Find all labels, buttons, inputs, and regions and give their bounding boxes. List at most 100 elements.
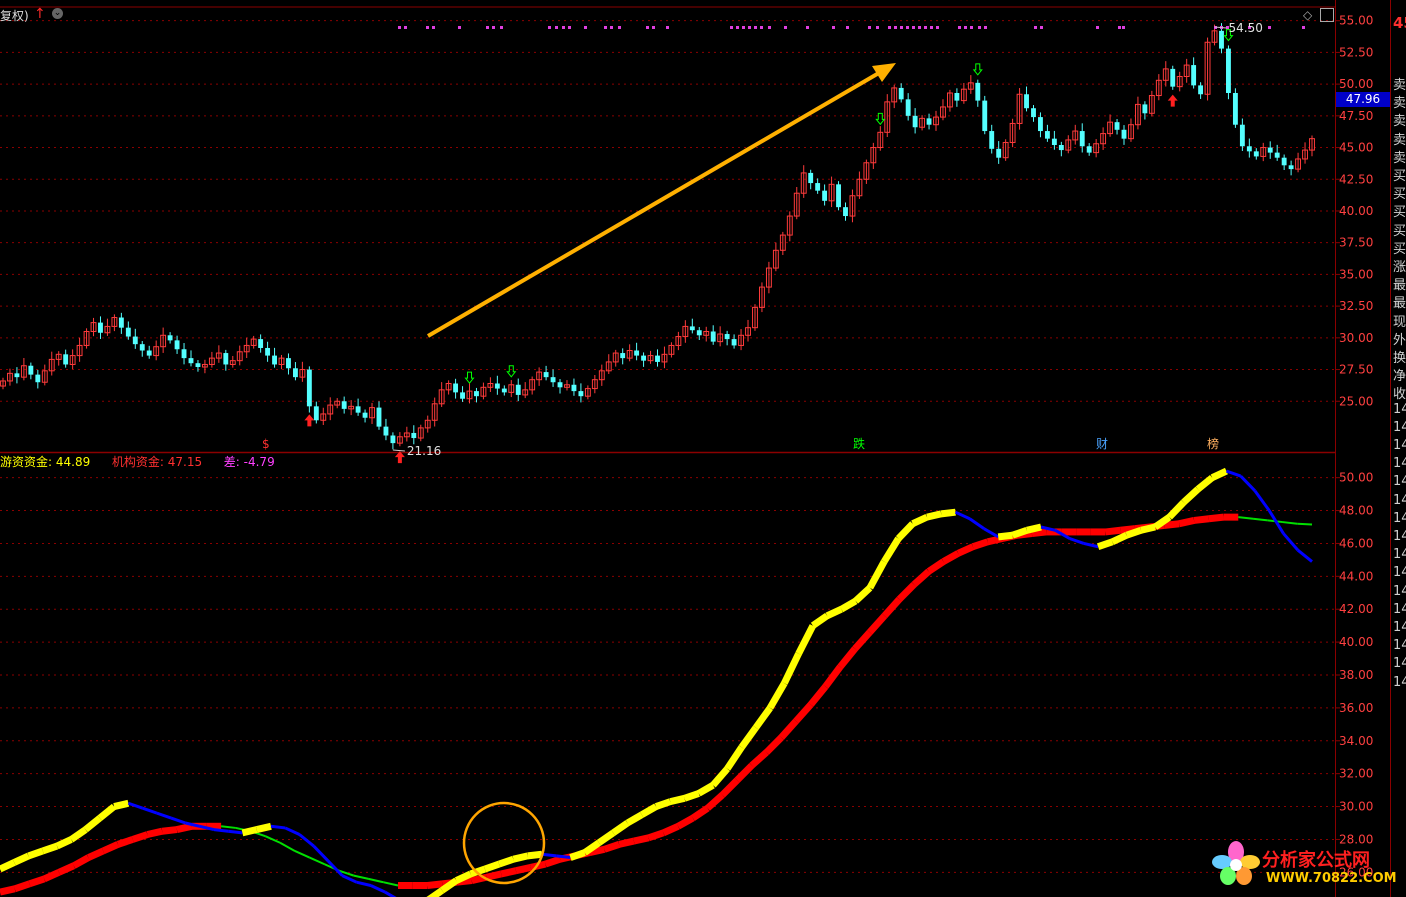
window-icon[interactable]: [1320, 8, 1334, 22]
side-panel-label: 14: [1393, 529, 1406, 544]
institution-line: [87, 847, 105, 861]
signal-dot: [906, 26, 909, 29]
price-tick-label: 27.50: [1339, 363, 1373, 377]
side-panel-label: 14: [1393, 674, 1406, 690]
signal-dot: [1268, 26, 1271, 29]
event-mark: $: [262, 437, 270, 451]
hot-money-line: [710, 766, 730, 788]
hot-money-line: [781, 652, 802, 685]
institution-line: [383, 881, 399, 887]
hot-money-line: [497, 855, 515, 868]
candle-body: [355, 406, 361, 413]
indicator-tick-label: 30.00: [1339, 800, 1373, 814]
institution-line: [941, 550, 960, 565]
candle-body: [926, 118, 932, 125]
side-panel-label: 14: [1393, 456, 1406, 472]
hot-money-line: [312, 844, 330, 862]
hot-money-line: [926, 510, 943, 521]
buy-arrow-icon: [304, 414, 315, 427]
candle-body: [1232, 92, 1238, 125]
candle-body: [515, 384, 521, 395]
candle-body: [1267, 147, 1273, 153]
institution-line: [822, 664, 844, 689]
hot-money-line: [127, 801, 144, 810]
side-panel-label: 卖: [1393, 150, 1406, 166]
up-arrow-icon[interactable]: ↑: [34, 6, 46, 22]
institution-line: [221, 825, 236, 829]
price-tick-label: 50.00: [1339, 77, 1373, 91]
diamond-icon[interactable]: ◇: [1303, 8, 1312, 22]
signal-dot: [1302, 26, 1305, 29]
hot-money-line: [968, 517, 985, 530]
institution-line: [896, 582, 917, 602]
institution-line: [971, 538, 989, 551]
indicator-legend: 游资资金: 44.89 机构资金: 47.15 差: -4.79: [0, 453, 275, 470]
hot-money-line: [1096, 538, 1114, 551]
hot-money-line: [639, 803, 658, 818]
institution-line: [176, 822, 193, 833]
hot-money-line: [611, 820, 630, 836]
hot-money-line: [1296, 548, 1313, 563]
candle-body: [1044, 131, 1050, 139]
hot-money-line: [284, 826, 301, 836]
signal-dot: [936, 26, 939, 29]
institution-line: [544, 855, 562, 868]
hot-money-line: [997, 531, 1013, 541]
hot-money-line: [213, 828, 229, 833]
candle-body: [731, 339, 737, 346]
legend-hot-money-value: 44.89: [55, 455, 91, 469]
signal-dot: [806, 26, 809, 29]
chevron-down-icon[interactable]: ⌄: [52, 8, 63, 19]
signal-dot: [730, 26, 733, 29]
candle-body: [494, 383, 500, 389]
institution-line: [881, 597, 902, 619]
hot-money-line: [683, 790, 700, 802]
price-tick-label: 35.00: [1339, 267, 1373, 281]
signal-dot: [754, 26, 757, 29]
hot-money-line: [170, 816, 186, 825]
hot-money-line: [541, 852, 557, 858]
min-price-label: 21.16: [407, 444, 441, 458]
candle-body: [843, 207, 848, 217]
side-panel-label: 买: [1393, 223, 1406, 239]
institution-line: [353, 874, 369, 880]
hot-money-line: [55, 836, 73, 850]
current-price-box: 47.96: [1336, 92, 1390, 107]
candle-body: [118, 317, 124, 328]
candle-body: [139, 344, 145, 351]
candle-body: [1226, 48, 1231, 93]
candle-body: [905, 99, 911, 116]
indicator-tick-label: 36.00: [1339, 701, 1373, 715]
institution-line: [146, 827, 163, 838]
indicator-tick-label: 38.00: [1339, 668, 1373, 682]
side-panel-label: 涨: [1393, 260, 1406, 275]
institution-line: [28, 875, 46, 888]
indicator-lines: [0, 467, 1313, 897]
watermark-logo: 分析家公式网 WWW.70822.COM: [1206, 840, 1397, 890]
side-panel-label: 14: [1393, 638, 1406, 654]
side-panel-label: 14: [1393, 601, 1406, 617]
sell-arrow-icon: [506, 365, 517, 378]
stock-chart[interactable]: 25.00 27.50 30.00 32.50 35.00 37.50 40.00 42.50…: [0, 0, 1390, 897]
price-axis: 25.00 27.50 30.00 32.50 35.00 37.50 40.00 42.50…: [1335, 14, 1373, 408]
candle-body: [641, 355, 647, 361]
institution-line: [1178, 517, 1195, 528]
hot-money-line: [795, 624, 816, 656]
institution-line: [57, 862, 76, 876]
institution-line: [485, 870, 502, 881]
grid-lines: [0, 20, 1335, 873]
min-leader: [392, 449, 405, 452]
legend-institution-label: 机构资金:: [111, 455, 164, 469]
hot-money-line: [527, 850, 543, 860]
signal-dot: [964, 26, 967, 29]
hot-money-line: [1011, 526, 1028, 539]
hot-money-line: [1210, 467, 1228, 481]
institution-line: [603, 841, 621, 853]
signal-dot: [398, 26, 401, 29]
signal-dot: [458, 26, 461, 29]
hot-money-line: [752, 705, 773, 730]
signal-dot: [768, 26, 771, 29]
candle-body: [125, 327, 131, 337]
candle-body: [63, 354, 69, 365]
candle-body: [195, 363, 201, 368]
